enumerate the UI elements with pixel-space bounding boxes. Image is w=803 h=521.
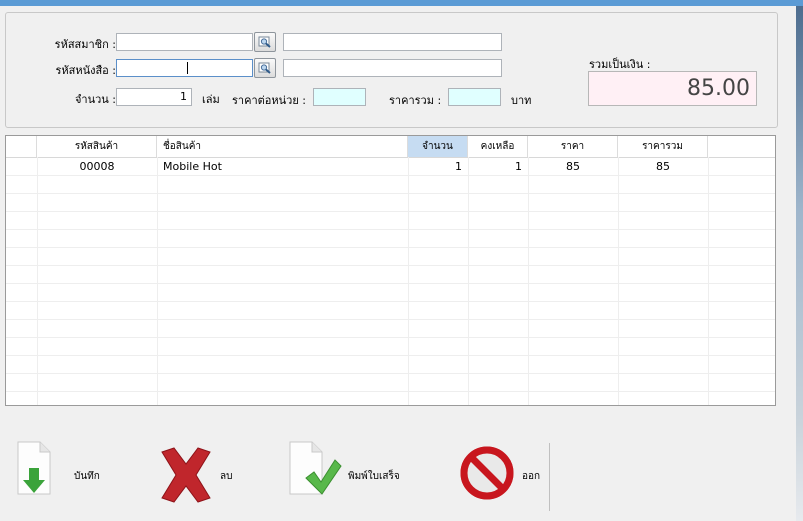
table-row[interactable]: 00008 Mobile Hot 1 1 85 85 [6,158,775,176]
exit-button[interactable]: ออก [458,440,550,510]
print-receipt-label: พิมพ์ใบเสร็จ [348,471,400,482]
save-icon [17,441,51,495]
empty-row [6,230,775,248]
member-search-button[interactable] [254,32,276,52]
column-header-remaining[interactable]: คงเหลือ [468,136,528,157]
quantity-input[interactable]: 1 [116,88,192,106]
cell-code: 00008 [79,160,115,173]
print-receipt-icon [289,441,342,495]
grid-header: รหัสสินค้า ชื่อสินค้า จำนวน คงเหลือ ราคา… [6,136,775,158]
exit-icon [460,446,514,500]
entry-panel: รหัสสมาชิก : รหัสหนังสือ : จำนวน : 1 เล่… [5,12,778,128]
empty-row [6,176,775,194]
cell-quantity: 1 [455,160,462,173]
delete-button[interactable]: ลบ [156,440,256,510]
search-icon [258,36,271,48]
member-code-input[interactable] [116,33,253,51]
search-icon [258,62,271,74]
quantity-label: จำนวน : [74,93,116,106]
cell-name: Mobile Hot [163,160,222,173]
window-title-strip [0,0,803,6]
total-price-label: ราคารวม : [389,94,442,107]
row-header-corner [6,136,37,157]
unit-price-label: ราคาต่อหน่วย : [232,94,306,107]
member-code-label: รหัสสมาชิก : [54,38,116,51]
empty-row [6,338,775,356]
empty-row [6,320,775,338]
empty-row [6,374,775,392]
save-button[interactable]: บันทึก [14,440,124,510]
column-header-total[interactable]: ราคารวม [618,136,708,157]
text-caret [187,62,188,74]
unit-label: เล่ม [202,93,220,106]
total-price-field[interactable] [448,88,501,106]
toolbar-divider [549,443,550,511]
member-name-field[interactable] [283,33,502,51]
cell-remaining: 1 [515,160,522,173]
empty-row [6,266,775,284]
action-toolbar: บันทึก ลบ พิมพ์ใบเสร็จ ออก [0,406,796,521]
book-search-button[interactable] [254,58,276,78]
currency-label: บาท [511,94,532,107]
exit-label: ออก [522,471,541,482]
column-header-name[interactable]: ชื่อสินค้า [157,136,408,157]
empty-row [6,302,775,320]
empty-row [6,194,775,212]
grand-total-value: 85.00 [588,71,757,106]
book-code-input[interactable] [116,59,253,77]
column-header-code[interactable]: รหัสสินค้า [37,136,157,157]
window-edge [796,6,803,521]
column-header-quantity[interactable]: จำนวน [408,136,468,157]
delete-label: ลบ [220,471,233,482]
save-label: บันทึก [74,471,100,482]
empty-row [6,212,775,230]
unit-price-field[interactable] [313,88,366,106]
empty-row [6,356,775,374]
book-name-field[interactable] [283,59,502,77]
print-receipt-button[interactable]: พิมพ์ใบเสร็จ [288,440,428,510]
cell-price: 85 [566,160,580,173]
column-header-price[interactable]: ราคา [528,136,618,157]
cell-total: 85 [656,160,670,173]
empty-row [6,392,775,405]
empty-row [6,248,775,266]
delete-icon [161,447,211,503]
empty-row [6,284,775,302]
items-grid[interactable]: รหัสสินค้า ชื่อสินค้า จำนวน คงเหลือ ราคา… [5,135,776,406]
book-code-label: รหัสหนังสือ : [55,64,116,77]
